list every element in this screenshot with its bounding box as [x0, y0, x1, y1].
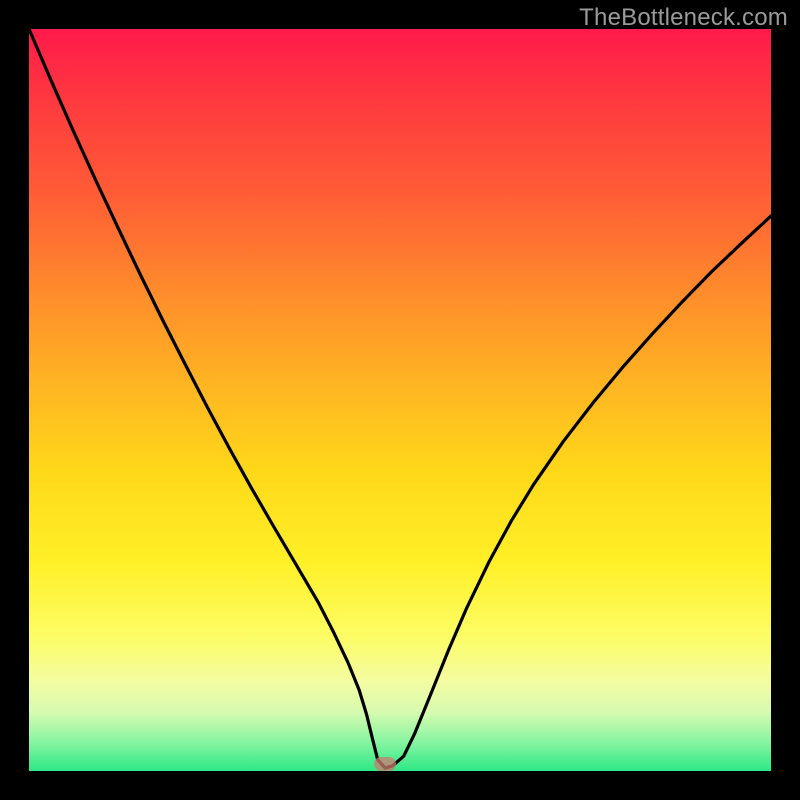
plot-area — [29, 29, 771, 771]
watermark-text: TheBottleneck.com — [579, 4, 788, 32]
optimum-marker — [374, 757, 396, 771]
bottleneck-curve — [29, 29, 771, 771]
